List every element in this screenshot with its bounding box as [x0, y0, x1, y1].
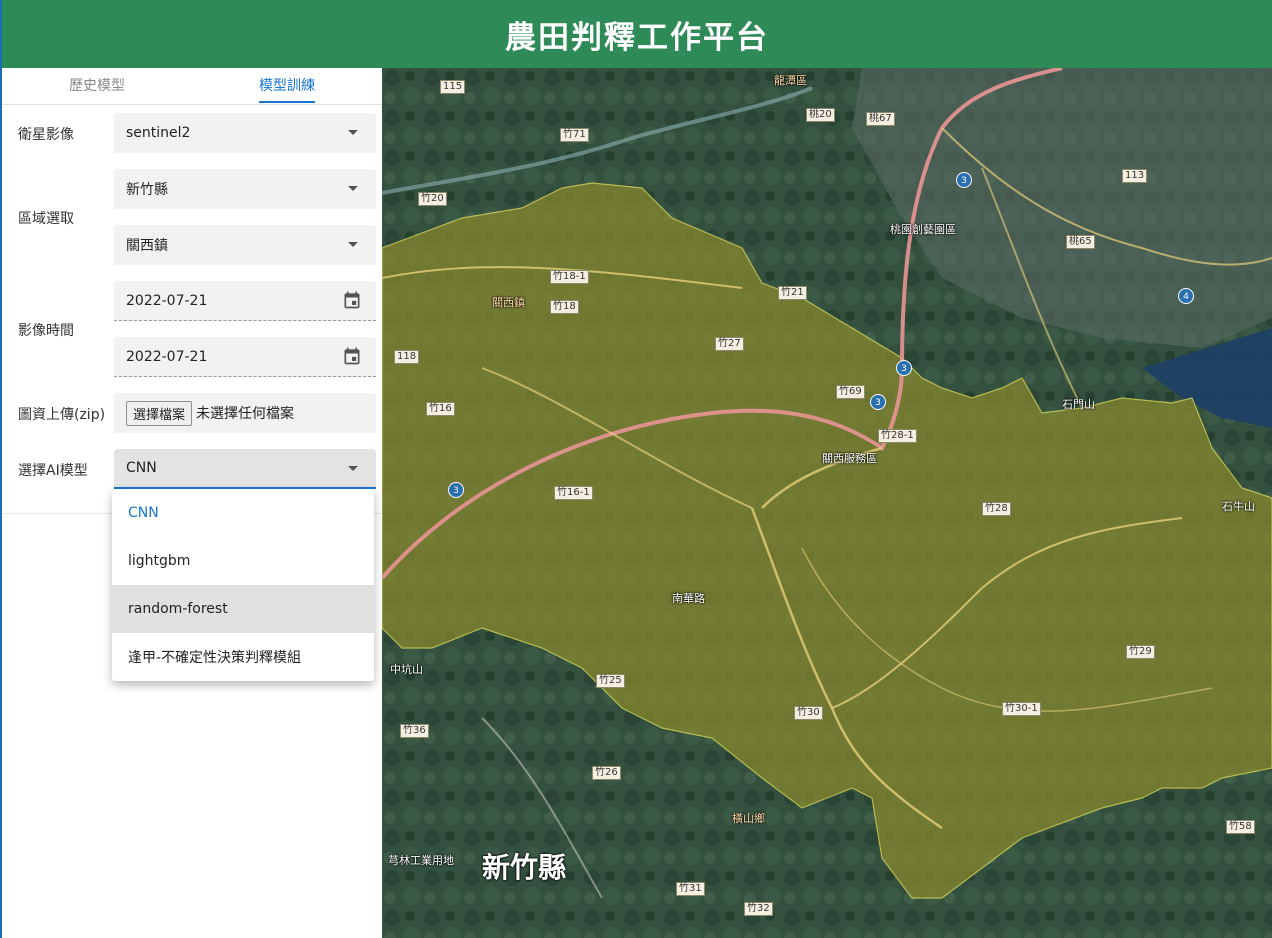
dropdown-option-lightgbm[interactable]: lightgbm	[112, 537, 374, 585]
tab-bar: 歷史模型 模型訓練	[2, 68, 382, 105]
calendar-icon[interactable]	[342, 290, 362, 310]
ai-model-select[interactable]: CNN	[114, 449, 376, 489]
road-shield: 竹31	[676, 882, 705, 896]
map-label-shimen: 石門山	[1062, 398, 1095, 411]
road-shield: 竹32	[744, 902, 773, 916]
map-view[interactable]: 新竹縣 關西鎮 關西服務區 龍潭區 石門山 石牛山 中坑山 橫山鄉 芎林工業用地…	[382, 68, 1272, 938]
upload-status: 未選擇任何檔案	[196, 406, 295, 422]
upload-label: 圖資上傳(zip)	[18, 407, 106, 423]
app-root: 農田判釋工作平台 歷史模型 模型訓練 衛星影像 sentinel2 區域選取 新…	[0, 0, 1272, 938]
road-shield: 竹25	[596, 674, 625, 688]
map-label-hengshan: 橫山鄉	[732, 812, 765, 825]
highway-shield: 3	[448, 482, 464, 498]
satellite-label: 衛星影像	[18, 127, 74, 143]
map-label-zhongkeng: 中坑山	[390, 663, 423, 676]
ai-model-dropdown-menu: CNN lightgbm random-forest 逢甲-不確定性決策判釋模組	[112, 489, 374, 681]
tab-history-models-label: 歷史模型	[69, 78, 125, 94]
county-select[interactable]: 新竹縣	[114, 169, 376, 209]
chevron-down-icon	[348, 466, 358, 471]
road-shield: 竹16	[426, 402, 455, 416]
map-label-longtan: 龍潭區	[774, 74, 807, 87]
region-label: 區域選取	[18, 211, 74, 227]
end-date-value: 2022-07-21	[126, 348, 208, 365]
road-shield: 竹21	[778, 286, 807, 300]
highway-shield: 3	[870, 394, 886, 410]
road-shield: 竹69	[836, 385, 865, 399]
road-shield: 桃20	[806, 108, 835, 122]
township-select[interactable]: 關西鎮	[114, 225, 376, 265]
road-shield: 竹20	[418, 192, 447, 206]
road-shield: 桃65	[1066, 235, 1095, 249]
choose-file-button[interactable]: 選擇檔案	[126, 400, 193, 426]
highway-shield: 3	[896, 360, 912, 376]
start-date-input[interactable]: 2022-07-21	[114, 281, 376, 321]
road-shield: 竹26	[592, 766, 621, 780]
road-shield: 118	[394, 350, 420, 364]
map-label-nanfeng: 南華路	[672, 592, 705, 605]
upload-field: 選擇檔案 未選擇任何檔案	[114, 393, 376, 433]
ai-model-value: CNN	[126, 460, 157, 476]
tab-model-training-label: 模型訓練	[259, 71, 315, 103]
chevron-down-icon	[348, 242, 358, 247]
map-label-county: 新竹縣	[482, 851, 567, 884]
tab-model-training[interactable]: 模型訓練	[192, 68, 382, 104]
road-shield: 竹30-1	[1002, 702, 1041, 716]
map-label-service-area: 關西服務區	[822, 452, 877, 465]
road-shield: 113	[1122, 169, 1148, 183]
satellite-basemap	[382, 68, 1272, 938]
dropdown-option-fcu-uncertainty[interactable]: 逢甲-不確定性決策判釋模組	[112, 633, 374, 681]
dropdown-option-random-forest[interactable]: random-forest	[112, 585, 374, 633]
road-shield: 竹27	[715, 337, 744, 351]
road-shield: 桃67	[866, 112, 895, 126]
road-shield: 竹28-1	[878, 429, 917, 443]
image-time-label: 影像時間	[18, 323, 74, 339]
road-shield: 竹18	[550, 300, 579, 314]
road-shield: 竹16-1	[554, 486, 593, 500]
road-shield: 115	[440, 80, 466, 94]
map-label-qionglin: 芎林工業用地	[388, 854, 454, 867]
satellite-value: sentinel2	[126, 125, 191, 141]
map-label-shiniu: 石牛山	[1222, 500, 1255, 513]
county-value: 新竹縣	[126, 182, 168, 198]
chevron-down-icon	[348, 186, 358, 191]
ai-model-label: 選擇AI模型	[18, 463, 88, 479]
road-shield: 竹30	[794, 706, 823, 720]
dropdown-option-cnn[interactable]: CNN	[112, 489, 374, 537]
road-shield: 竹29	[1126, 645, 1155, 659]
road-shield: 竹18-1	[550, 270, 589, 284]
road-shield: 竹28	[982, 502, 1011, 516]
road-shield: 竹58	[1226, 820, 1255, 834]
road-shield: 竹71	[560, 128, 589, 142]
highway-shield: 3	[956, 172, 972, 188]
calendar-icon[interactable]	[342, 346, 362, 366]
map-label-township: 關西鎮	[492, 296, 525, 309]
township-value: 關西鎮	[126, 238, 168, 254]
map-label-taoyuan: 桃園創藝園區	[890, 223, 956, 236]
end-date-input[interactable]: 2022-07-21	[114, 337, 376, 377]
road-shield: 竹36	[400, 724, 429, 738]
app-title: 農田判釋工作平台	[505, 19, 769, 56]
app-header: 農田判釋工作平台	[0, 0, 1272, 68]
highway-shield: 4	[1178, 288, 1194, 304]
tab-history-models[interactable]: 歷史模型	[2, 68, 192, 104]
chevron-down-icon	[348, 130, 358, 135]
start-date-value: 2022-07-21	[126, 292, 208, 309]
satellite-select[interactable]: sentinel2	[114, 113, 376, 153]
